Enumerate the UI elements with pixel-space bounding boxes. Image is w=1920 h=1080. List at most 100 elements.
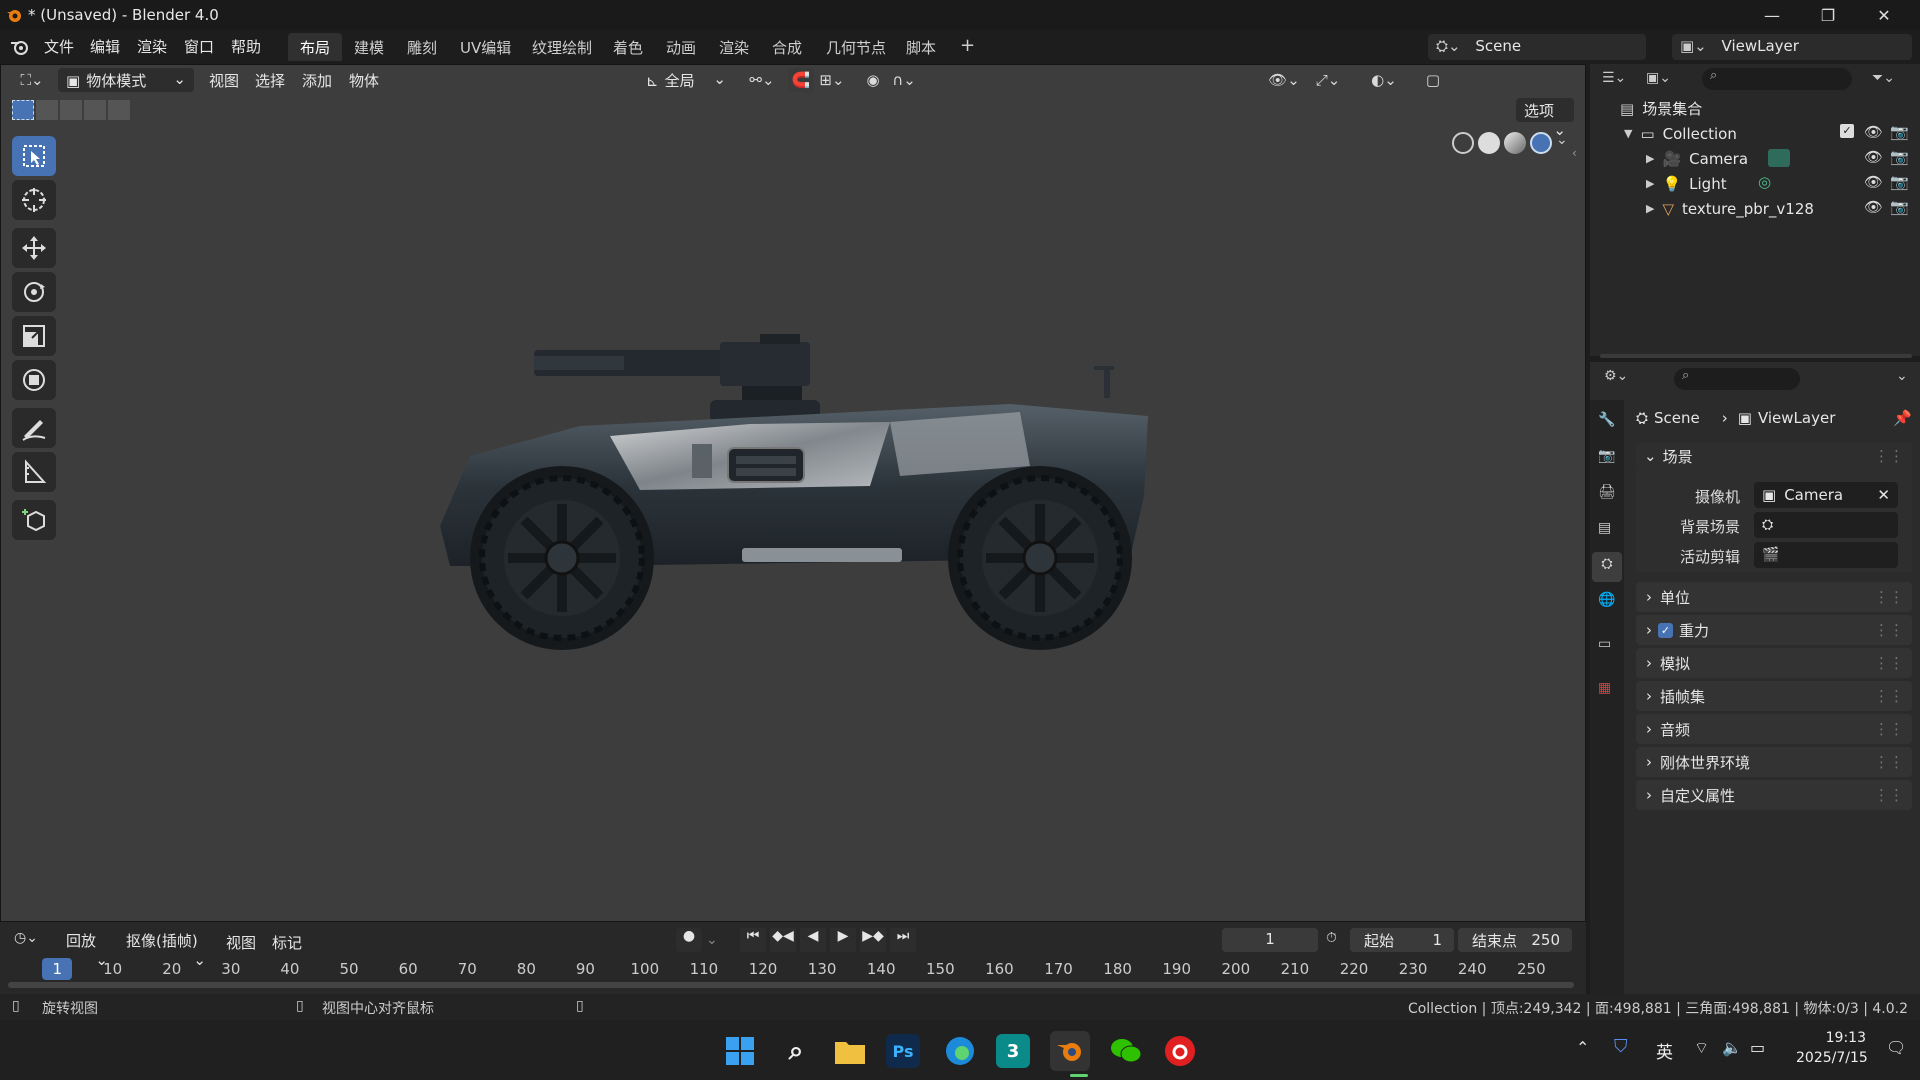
tab-scripting[interactable]: 脚本 xyxy=(894,33,948,61)
snap-target-icon[interactable]: ⊞⌄ xyxy=(816,68,848,92)
frame-end-field[interactable]: 结束点 250 xyxy=(1458,928,1572,952)
move-tool[interactable] xyxy=(12,228,56,268)
view-layer-selector[interactable]: ▣⌄ ViewLayer xyxy=(1672,34,1912,60)
gravity-checkbox[interactable]: ✓ xyxy=(1658,622,1673,638)
drag-handle-icon[interactable]: ⋮⋮ xyxy=(1874,654,1904,672)
background-scene-field[interactable]: ⛭ xyxy=(1754,512,1898,538)
panel-rigid-body-world[interactable]: › 刚体世界环境 ⋮⋮ xyxy=(1636,747,1912,777)
expand-arrow-icon[interactable]: ▶ xyxy=(1646,202,1654,215)
sidebar-toggle-icon[interactable]: ‹ xyxy=(1572,146,1577,160)
eye-icon[interactable]: 👁 xyxy=(1864,198,1883,216)
chevron-down-icon[interactable]: ⌄ xyxy=(706,932,722,948)
properties-editor-icon[interactable]: ⚙⌄ xyxy=(1604,368,1628,384)
timeline-menu-marker[interactable]: 标记 xyxy=(272,932,302,953)
tab-shading[interactable]: 着色 xyxy=(601,33,655,61)
menu-edit[interactable]: 编辑 xyxy=(90,36,120,57)
clock-date[interactable]: 2025/7/15 xyxy=(1796,1050,1868,1066)
menu-help[interactable]: 帮助 xyxy=(231,36,261,57)
options-dropdown[interactable]: 选项 ⌄ xyxy=(1516,98,1574,139)
editor-type-icon[interactable]: ⛶⌄ xyxy=(14,68,50,92)
active-clip-field[interactable]: 🎬 xyxy=(1754,542,1898,568)
expand-arrow-icon[interactable]: ▶ xyxy=(1646,152,1654,165)
eye-icon[interactable]: 👁 xyxy=(1864,123,1883,141)
outliner-item-light[interactable]: ▶ 💡 Light ◎ 👁 📷 xyxy=(1590,171,1920,196)
edge-browser-icon[interactable] xyxy=(940,1031,980,1071)
battery-icon[interactable]: ▭ xyxy=(1750,1038,1765,1057)
photoshop-icon[interactable]: Ps xyxy=(886,1034,920,1068)
close-button[interactable]: ✕ xyxy=(1856,0,1912,30)
render-camera-icon[interactable]: 📷 xyxy=(1890,123,1909,141)
snap-icon[interactable]: 🧲 xyxy=(788,68,814,92)
display-mode-icon[interactable]: ▣⌄ xyxy=(1646,70,1671,86)
wifi-icon[interactable]: ⌔ xyxy=(1694,1038,1709,1058)
maximize-button[interactable]: ❐ xyxy=(1800,0,1856,30)
measure-tool[interactable] xyxy=(12,452,56,492)
output-tab-icon[interactable]: 🖨 xyxy=(1598,484,1616,500)
expand-arrow-icon[interactable]: ▶ xyxy=(1646,177,1654,190)
rotate-tool[interactable] xyxy=(12,272,56,312)
notification-icon[interactable]: 🗨 xyxy=(1886,1038,1906,1057)
exclude-checkbox[interactable]: ✓ xyxy=(1840,124,1854,138)
select-intersect-icon[interactable] xyxy=(108,100,130,120)
frame-start-field[interactable]: 起始 1 xyxy=(1350,928,1454,952)
tab-compositing[interactable]: 合成 xyxy=(760,33,814,61)
scene-tab-icon[interactable]: ⛭ xyxy=(1592,552,1622,582)
timeline-editor-icon[interactable]: ◷⌄ xyxy=(14,930,38,946)
filter-icon[interactable]: ⏷⌄ xyxy=(1872,70,1895,86)
panel-keying-sets[interactable]: › 插帧集 ⋮⋮ xyxy=(1636,681,1912,711)
drag-handle-icon[interactable]: ⋮⋮ xyxy=(1874,588,1904,606)
panel-custom-properties[interactable]: › 自定义属性 ⋮⋮ xyxy=(1636,780,1912,810)
tab-layout[interactable]: 布局 xyxy=(288,33,343,61)
blender-taskbar-icon[interactable] xyxy=(1050,1031,1090,1071)
volume-icon[interactable]: 🔈 xyxy=(1722,1038,1742,1057)
transform-tool[interactable] xyxy=(12,360,56,400)
menu-file[interactable]: 文件 xyxy=(44,36,74,57)
ime-indicator[interactable]: 英 xyxy=(1656,1038,1673,1063)
chevron-down-icon[interactable]: ⌄ xyxy=(1896,368,1908,384)
tab-texture-paint[interactable]: 纹理绘制 xyxy=(520,33,604,61)
chevron-up-icon[interactable]: ⌃ xyxy=(1576,1038,1589,1057)
timeline-menu-view[interactable]: 视图 xyxy=(226,932,256,953)
menu-window[interactable]: 窗口 xyxy=(184,36,214,57)
panel-gravity[interactable]: › ✓ 重力 ⋮⋮ xyxy=(1636,615,1912,645)
eye-icon[interactable]: 👁 xyxy=(1864,173,1883,191)
cursor-tool[interactable] xyxy=(12,180,56,220)
select-extend-icon[interactable] xyxy=(36,100,58,120)
outliner-item-mesh[interactable]: ▶ ▽ texture_pbr_v128 👁 📷 xyxy=(1590,196,1920,221)
select-subtract-icon[interactable] xyxy=(60,100,82,120)
visibility-icon[interactable]: 👁⌄ xyxy=(1266,68,1302,92)
overlay-icon[interactable]: ◐⌄ xyxy=(1366,68,1402,92)
transform-orientation-dropdown[interactable]: ⊾ 全局 ⌄ xyxy=(638,68,734,92)
3ds-max-icon[interactable]: 3 xyxy=(996,1034,1030,1068)
search-icon[interactable]: ⌕ xyxy=(776,1031,816,1071)
xray-icon[interactable]: ▢ xyxy=(1420,68,1446,92)
vehicle-3d-model[interactable] xyxy=(430,326,1150,656)
scene-selector[interactable]: ⛭⌄ Scene xyxy=(1428,34,1646,60)
start-menu-icon[interactable] xyxy=(720,1031,760,1071)
panel-units[interactable]: › 单位 ⋮⋮ xyxy=(1636,582,1912,612)
tool-tab-icon[interactable]: 🔧 xyxy=(1598,412,1615,428)
drag-handle-icon[interactable]: ⋮⋮ xyxy=(1874,786,1904,804)
eye-icon[interactable]: 👁 xyxy=(1864,148,1883,166)
light-data-icon[interactable]: ◎ xyxy=(1758,173,1771,191)
play-reverse-icon[interactable]: ◀ xyxy=(800,928,826,952)
texture-tab-icon[interactable]: ▦ xyxy=(1598,680,1611,696)
proportional-edit-icon[interactable]: ◉ xyxy=(860,68,886,92)
rendered-shading-icon[interactable] xyxy=(1530,132,1552,154)
outliner-editor-icon[interactable]: ☰⌄ xyxy=(1602,70,1626,86)
security-shield-icon[interactable]: ⛉ xyxy=(1614,1036,1628,1057)
tab-uv-editing[interactable]: UV编辑 xyxy=(448,33,523,61)
outliner-item-camera[interactable]: ▶ 🎥 Camera 👁 📷 xyxy=(1590,146,1920,171)
next-keyframe-icon[interactable]: ▶◆ xyxy=(860,928,886,952)
wechat-icon[interactable] xyxy=(1106,1031,1146,1071)
panel-audio[interactable]: › 音频 ⋮⋮ xyxy=(1636,714,1912,744)
render-tab-icon[interactable]: 📷 xyxy=(1598,448,1615,464)
drag-handle-icon[interactable]: ⋮⋮ xyxy=(1874,720,1904,738)
drag-handle-icon[interactable]: ⋮⋮ xyxy=(1874,621,1904,639)
drag-handle-icon[interactable]: ⋮⋮ xyxy=(1874,447,1904,465)
properties-search-input[interactable]: ⌕ xyxy=(1674,368,1800,390)
clear-icon[interactable]: ✕ xyxy=(1877,486,1890,504)
select-new-icon[interactable] xyxy=(12,100,34,120)
menu-render[interactable]: 渲染 xyxy=(137,36,167,57)
scale-tool[interactable] xyxy=(12,316,56,356)
